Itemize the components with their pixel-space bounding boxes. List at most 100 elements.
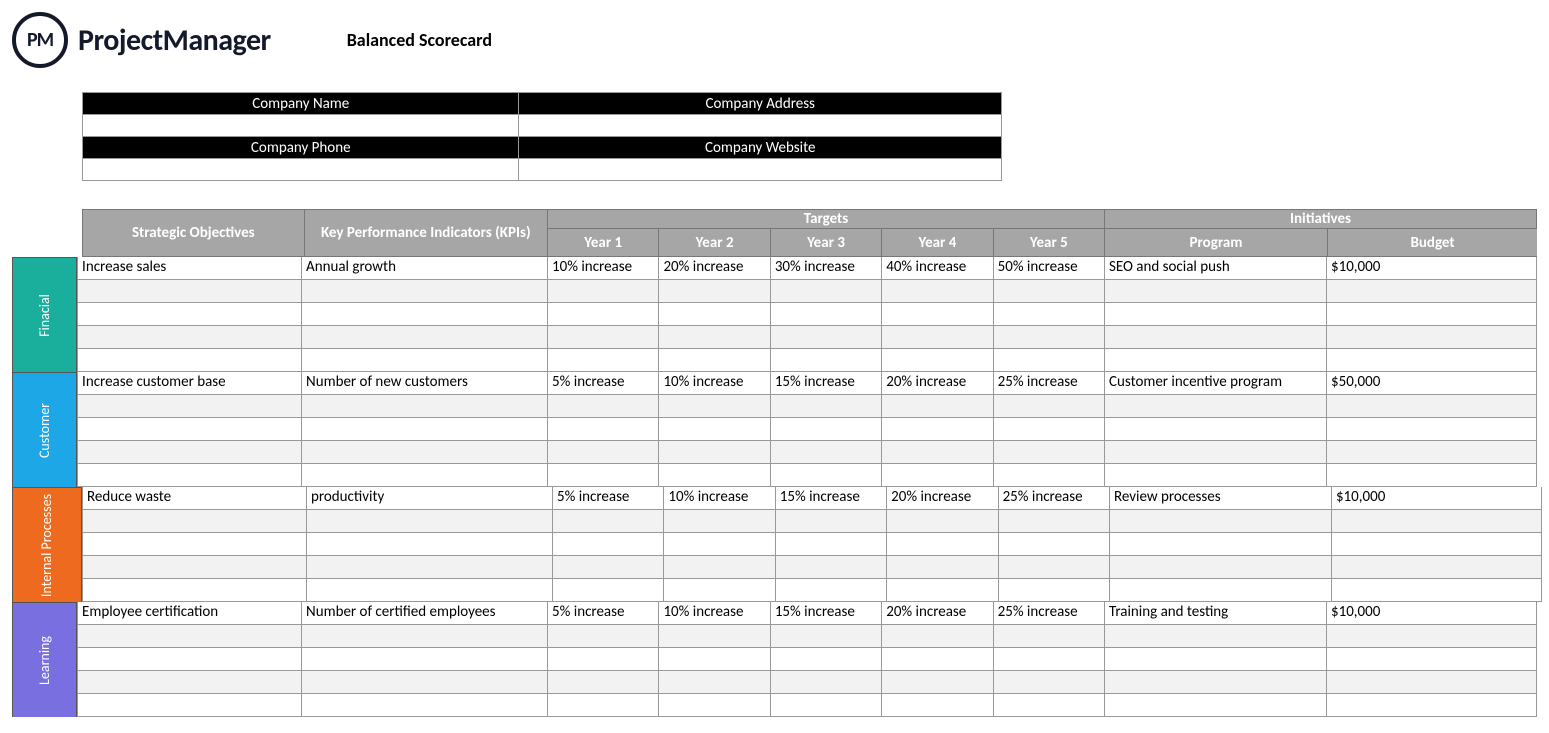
cell-year3[interactable] [771, 395, 882, 418]
cell-year4[interactable] [882, 280, 993, 303]
cell-year4[interactable] [882, 418, 993, 441]
cell-year3[interactable] [776, 510, 887, 533]
cell-year1[interactable] [548, 395, 659, 418]
cell-year4[interactable] [882, 625, 993, 648]
cell-year3[interactable] [771, 625, 882, 648]
cell-year5[interactable] [999, 510, 1110, 533]
table-row[interactable] [77, 418, 1537, 441]
cell-year3[interactable] [771, 694, 882, 717]
cell-year4[interactable] [887, 510, 998, 533]
cell-year2[interactable] [659, 441, 770, 464]
cell-objective[interactable] [82, 510, 307, 533]
cell-year3[interactable] [771, 303, 882, 326]
cell-objective[interactable] [77, 349, 302, 372]
cell-kpi[interactable] [302, 280, 548, 303]
cell-year5[interactable]: 25% increase [994, 602, 1105, 625]
cell-year2[interactable]: 10% increase [664, 487, 775, 510]
cell-program[interactable]: Customer incentive program [1105, 372, 1327, 395]
cell-year2[interactable] [659, 671, 770, 694]
cell-budget[interactable] [1327, 418, 1537, 441]
cell-year5[interactable]: 25% increase [994, 372, 1105, 395]
cell-program[interactable] [1110, 556, 1332, 579]
cell-kpi[interactable]: Number of certified employees [302, 602, 548, 625]
table-row[interactable] [82, 533, 1542, 556]
cell-year5[interactable] [994, 349, 1105, 372]
cell-year3[interactable] [771, 648, 882, 671]
cell-year4[interactable] [882, 395, 993, 418]
table-row[interactable]: Employee certificationNumber of certifie… [77, 602, 1537, 625]
cell-year2[interactable] [664, 533, 775, 556]
cell-budget[interactable] [1327, 395, 1537, 418]
cell-year2[interactable] [659, 464, 770, 487]
cell-objective[interactable] [77, 625, 302, 648]
cell-year4[interactable] [882, 303, 993, 326]
company-website-input[interactable] [519, 159, 1002, 181]
cell-program[interactable] [1105, 625, 1327, 648]
cell-year2[interactable] [664, 579, 775, 602]
cell-budget[interactable] [1327, 441, 1537, 464]
cell-year2[interactable]: 10% increase [659, 372, 770, 395]
cell-year4[interactable] [887, 533, 998, 556]
cell-year1[interactable] [548, 464, 659, 487]
cell-year5[interactable]: 25% increase [999, 487, 1110, 510]
table-row[interactable] [77, 349, 1537, 372]
cell-year4[interactable] [882, 464, 993, 487]
cell-year2[interactable] [659, 694, 770, 717]
cell-year4[interactable]: 40% increase [882, 257, 993, 280]
cell-kpi[interactable] [307, 510, 553, 533]
cell-year1[interactable] [548, 418, 659, 441]
cell-program[interactable] [1105, 648, 1327, 671]
cell-year1[interactable]: 10% increase [548, 257, 659, 280]
cell-program[interactable] [1105, 280, 1327, 303]
cell-year5[interactable]: 50% increase [994, 257, 1105, 280]
cell-budget[interactable] [1332, 579, 1542, 602]
cell-kpi[interactable] [302, 464, 548, 487]
cell-year1[interactable] [553, 579, 664, 602]
cell-year2[interactable]: 10% increase [659, 602, 770, 625]
cell-year3[interactable] [776, 533, 887, 556]
cell-kpi[interactable] [307, 579, 553, 602]
cell-budget[interactable] [1332, 510, 1542, 533]
cell-objective[interactable] [77, 418, 302, 441]
cell-budget[interactable]: $10,000 [1332, 487, 1542, 510]
table-row[interactable] [77, 395, 1537, 418]
company-phone-input[interactable] [83, 159, 519, 181]
cell-year4[interactable]: 20% increase [882, 372, 993, 395]
cell-year1[interactable] [548, 303, 659, 326]
cell-year1[interactable] [548, 326, 659, 349]
cell-kpi[interactable] [302, 671, 548, 694]
cell-year3[interactable] [776, 579, 887, 602]
cell-year3[interactable] [771, 280, 882, 303]
cell-objective[interactable] [82, 579, 307, 602]
cell-budget[interactable]: $10,000 [1327, 257, 1537, 280]
cell-year4[interactable] [882, 441, 993, 464]
cell-objective[interactable] [77, 280, 302, 303]
cell-year1[interactable] [553, 556, 664, 579]
table-row[interactable]: Increase customer baseNumber of new cust… [77, 372, 1537, 395]
cell-program[interactable] [1105, 671, 1327, 694]
cell-year3[interactable] [771, 349, 882, 372]
cell-year1[interactable] [548, 694, 659, 717]
cell-objective[interactable] [77, 694, 302, 717]
cell-budget[interactable] [1327, 280, 1537, 303]
cell-year5[interactable] [994, 671, 1105, 694]
cell-year3[interactable]: 15% increase [776, 487, 887, 510]
cell-budget[interactable]: $10,000 [1327, 602, 1537, 625]
cell-kpi[interactable] [302, 418, 548, 441]
cell-year3[interactable] [771, 418, 882, 441]
cell-year4[interactable] [882, 326, 993, 349]
cell-year5[interactable] [994, 694, 1105, 717]
cell-kpi[interactable] [302, 395, 548, 418]
cell-objective[interactable] [77, 441, 302, 464]
cell-budget[interactable]: $50,000 [1327, 372, 1537, 395]
cell-budget[interactable] [1327, 326, 1537, 349]
cell-year1[interactable]: 5% increase [548, 372, 659, 395]
cell-year2[interactable] [659, 326, 770, 349]
cell-program[interactable] [1110, 510, 1332, 533]
cell-year2[interactable] [659, 648, 770, 671]
cell-budget[interactable] [1327, 671, 1537, 694]
cell-kpi[interactable] [302, 625, 548, 648]
cell-year2[interactable] [659, 349, 770, 372]
cell-kpi[interactable] [302, 441, 548, 464]
cell-program[interactable] [1110, 579, 1332, 602]
